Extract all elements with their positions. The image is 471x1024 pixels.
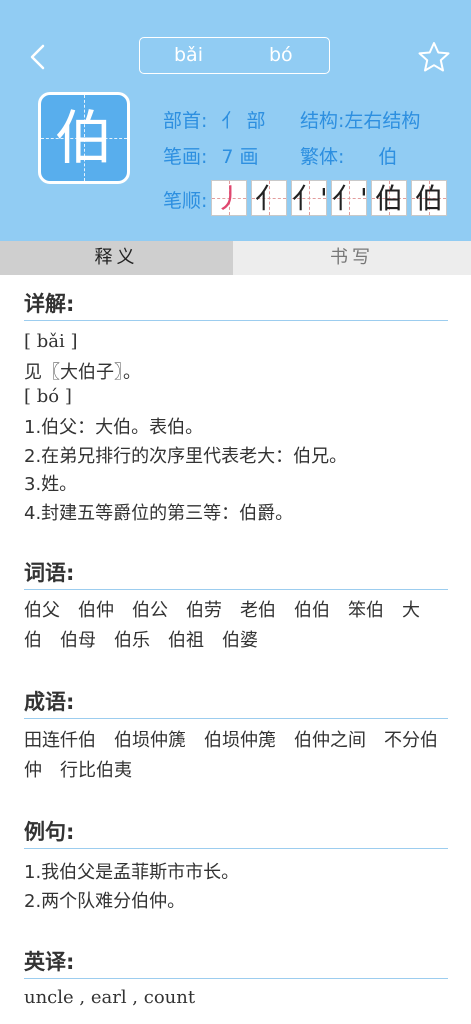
english-title: 英译: [24, 950, 75, 974]
stroke-step: 亻 [251, 180, 287, 216]
word-item[interactable]: 伯劳 [186, 600, 222, 621]
tab-writing[interactable]: 书写 [233, 241, 471, 275]
back-arrow-icon[interactable] [24, 40, 54, 74]
stroke-step: 伯 [411, 180, 447, 216]
idiom-item[interactable]: 田连仟伯 [24, 730, 96, 751]
favorite-star-icon[interactable] [416, 40, 452, 74]
idioms-title: 成语: [24, 690, 75, 714]
words-title: 词语: [24, 561, 75, 585]
section-divider [24, 848, 448, 849]
radical-value: 亻 部 [221, 110, 266, 132]
example-sentence: 1.我伯父是孟菲斯市市长。 [24, 862, 240, 883]
stroke-step: 亻' [331, 180, 367, 216]
idiom-item[interactable]: 伯埙仲篪 [114, 730, 186, 751]
word-item[interactable]: 笨伯 [348, 600, 384, 621]
examples-title: 例句: [24, 820, 75, 844]
stroke-step: 伯 [371, 180, 407, 216]
word-item[interactable]: 伯父 [24, 600, 60, 621]
idiom-item[interactable]: 伯仲之间 [294, 730, 366, 751]
pinyin-option-bai[interactable]: bǎi [174, 44, 203, 66]
detail-line: 3.姓。 [24, 474, 78, 495]
idioms-section-header: 成语: [24, 688, 448, 719]
pinyin-selector[interactable]: bǎi bó [139, 37, 330, 74]
tab-meaning[interactable]: 释义 [0, 241, 233, 275]
traditional-value: 伯 [378, 146, 398, 168]
structure-info: 结构:左右结构 [300, 106, 420, 133]
idiom-item[interactable]: 行比伯夷 [60, 760, 132, 781]
section-divider [24, 718, 448, 719]
word-item[interactable]: 伯伯 [294, 600, 330, 621]
radical-info: 部首: 亻 部 [163, 106, 265, 133]
section-divider [24, 320, 448, 321]
example-sentence: 2.两个队难分伯仲。 [24, 891, 186, 912]
english-translation: uncle , earl , count [24, 987, 196, 1008]
radical-label: 部首: [163, 110, 208, 132]
word-item[interactable]: 伯公 [132, 600, 168, 621]
detail-section-header: 详解: [24, 290, 448, 321]
idioms-list: 田连仟伯 伯埙仲篪 伯埙仲箎 伯仲之间 不分伯仲 行比伯夷 [24, 726, 454, 786]
main-character: 伯 [54, 104, 113, 172]
section-divider [24, 589, 448, 590]
stroke-step: 丿 [211, 180, 247, 216]
stroke-count-info: 笔画: 7 画 [163, 142, 259, 169]
detail-line: 见〖大伯子〗。 [24, 362, 141, 383]
stroke-count-value: 7 画 [221, 146, 259, 168]
words-section-header: 词语: [24, 559, 448, 590]
stroke-step: 亻' [291, 180, 327, 216]
word-item[interactable]: 伯母 [60, 630, 96, 651]
detail-line: 4.封建五等爵位的第三等：伯爵。 [24, 503, 294, 524]
detail-line: [ bǎi ] [24, 331, 78, 352]
section-divider [24, 978, 448, 979]
pinyin-option-bo[interactable]: bó [269, 44, 293, 66]
detail-title: 详解: [24, 292, 75, 316]
traditional-label: 繁体: [300, 146, 345, 168]
structure-value: 左右结构 [344, 110, 421, 132]
character-display: 伯 [38, 92, 130, 184]
idiom-item[interactable]: 伯埙仲箎 [204, 730, 276, 751]
detail-line: 1.伯父：大伯。表伯。 [24, 417, 204, 438]
detail-line: [ bó ] [24, 386, 72, 407]
word-item[interactable]: 伯祖 [168, 630, 204, 651]
word-item[interactable]: 伯仲 [78, 600, 114, 621]
structure-label: 结构: [300, 110, 345, 132]
traditional-info: 繁体: 伯 [300, 142, 397, 169]
english-section-header: 英译: [24, 948, 448, 979]
detail-line: 2.在弟兄排行的次序里代表老大：伯兄。 [24, 446, 348, 467]
word-item[interactable]: 老伯 [240, 600, 276, 621]
tab-bar: 释义 书写 [0, 241, 471, 275]
stroke-order-label: 笔顺: [163, 190, 208, 212]
word-item[interactable]: 伯婆 [222, 630, 258, 651]
words-list: 伯父 伯仲 伯公 伯劳 老伯 伯伯 笨伯 大伯 伯母 伯乐 伯祖 伯婆 [24, 596, 454, 656]
stroke-count-label: 笔画: [163, 146, 208, 168]
character-header: bǎi bó 伯 部首: 亻 部 结构:左右结构 笔画: 7 画 繁体: 伯 笔顺: … [0, 0, 471, 241]
word-item[interactable]: 伯乐 [114, 630, 150, 651]
examples-section-header: 例句: [24, 818, 448, 849]
